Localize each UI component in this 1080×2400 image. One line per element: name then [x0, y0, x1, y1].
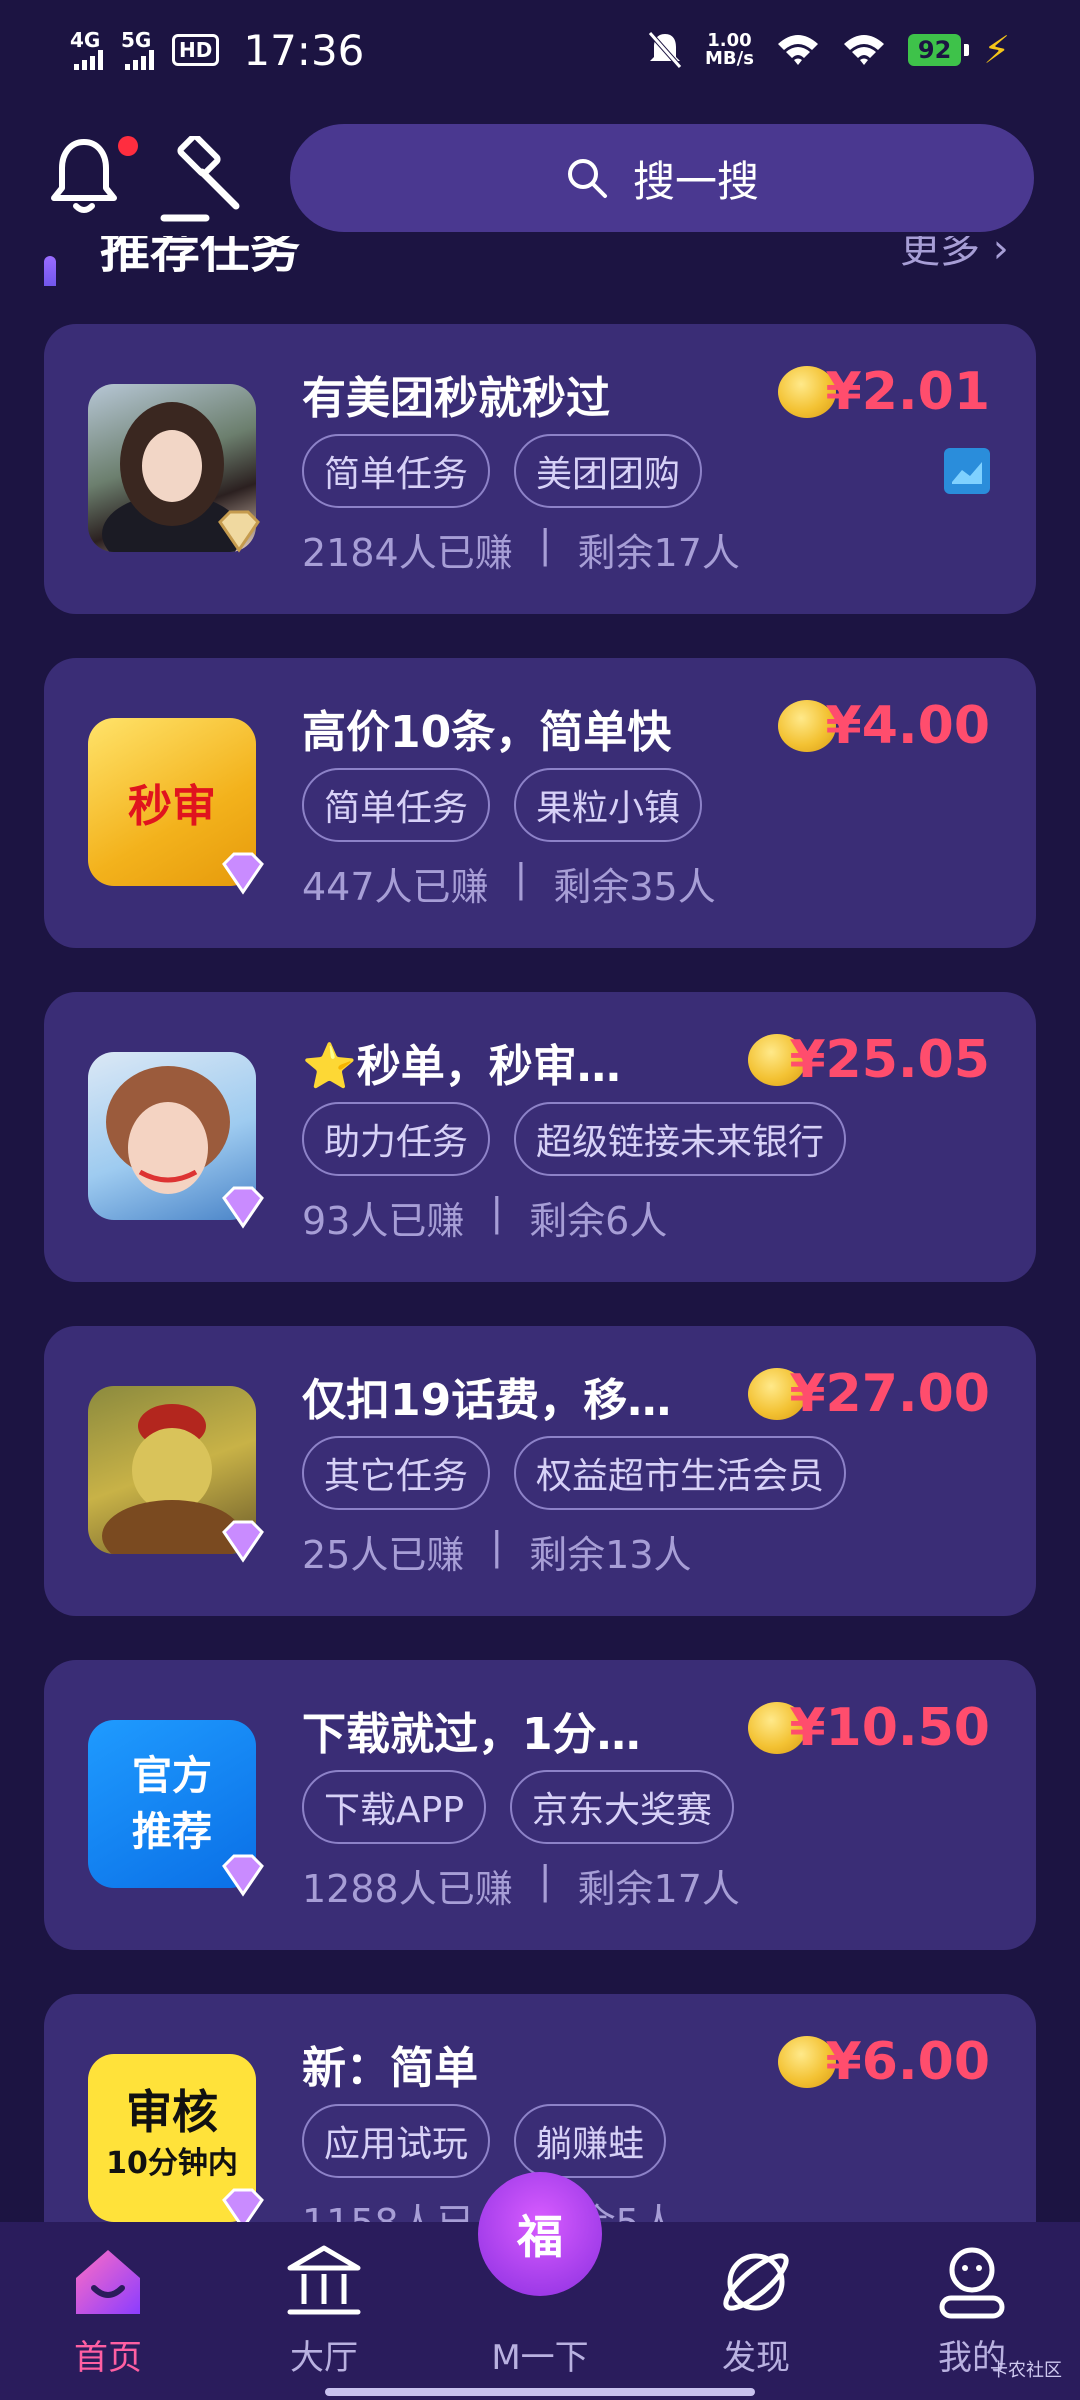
remaining-count: 剩余35人: [553, 865, 716, 909]
charging-icon: ⚡: [983, 28, 1010, 72]
status-bar: 4G 5G HD 17:36 1.00 MB/s 92 ⚡: [0, 0, 1080, 100]
task-title: 仅扣19话费，移…: [302, 1375, 672, 1426]
logo-text: 秒审: [128, 781, 216, 832]
task-tag: 应用试玩: [302, 2104, 491, 2178]
remaining-count: 剩余13人: [529, 1533, 692, 1577]
diamond-badge-icon: [222, 1854, 264, 1897]
logo-text-line1: 官方: [132, 1753, 212, 1799]
task-stats: 93人已赚 | 剩余6人: [302, 1190, 668, 1243]
task-card[interactable]: 仅扣19话费，移… ¥27.00 其它任务 权益超市生活会员 25人已赚 | 剩…: [44, 1326, 1036, 1616]
lucky-bag-icon: 福: [517, 2210, 563, 2264]
nav-discover-label: 发现: [722, 2338, 790, 2378]
search-label: 搜一搜: [632, 156, 759, 206]
task-price: ¥10.50: [789, 1698, 990, 1758]
hd-icon: HD: [172, 34, 220, 66]
task-tag: 超级链接未来银行: [514, 1102, 847, 1176]
earned-count: 2184人已赚: [302, 531, 513, 575]
task-tag: 简单任务: [302, 434, 491, 508]
logo-text-line2: 推荐: [132, 1809, 212, 1855]
signal-4g-icon: 4G: [70, 30, 103, 70]
task-price: ¥25.05: [789, 1030, 990, 1090]
diamond-badge-icon: [222, 1520, 264, 1563]
gavel-icon[interactable]: [160, 136, 250, 226]
nav-hall-label: 大厅: [290, 2338, 358, 2378]
home-indicator[interactable]: [325, 2388, 755, 2396]
task-stats: 25人已赚 | 剩余13人: [302, 1524, 692, 1577]
clock: 17:36: [243, 25, 365, 75]
task-tag: 简单任务: [302, 768, 491, 842]
search-bar[interactable]: 搜一搜: [290, 124, 1034, 232]
task-title: ⭐秒单，秒审…: [302, 1041, 621, 1092]
user-icon: [939, 2247, 1005, 2319]
diamond-badge-icon: [218, 510, 260, 553]
earned-count: 1288人已赚: [302, 1867, 513, 1911]
earned-count: 93人已赚: [302, 1199, 465, 1243]
nav-home-label: 首页: [74, 2338, 142, 2378]
home-icon: [76, 2250, 140, 2314]
task-tag: 下载APP: [302, 1770, 487, 1844]
planet-icon: [723, 2253, 789, 2311]
battery-icon: 92: [907, 34, 970, 66]
bell-icon[interactable]: [48, 136, 120, 216]
signal-5g-icon: 5G: [121, 30, 154, 70]
diamond-badge-icon: [222, 1186, 264, 1229]
header: 搜一搜: [0, 122, 1080, 234]
mute-icon: [648, 31, 682, 69]
logo-text-line1: 审核: [126, 2085, 218, 2139]
earned-count: 25人已赚: [302, 1533, 465, 1577]
remaining-count: 剩余17人: [577, 1867, 740, 1911]
task-price: ¥4.00: [825, 696, 990, 756]
task-card[interactable]: ⭐秒单，秒审… ¥25.05 助力任务 超级链接未来银行 93人已赚 | 剩余6…: [44, 992, 1036, 1282]
section-header: 推荐任务 更多 ›: [0, 236, 1080, 286]
lucky-bag-button[interactable]: 福: [478, 2172, 602, 2296]
task-title: 下载就过，1分…: [302, 1709, 641, 1760]
network-type-2: 5G: [121, 28, 152, 52]
bank-icon: [287, 2245, 361, 2315]
task-tag: 躺赚蛙: [514, 2104, 667, 2178]
task-tag: 果粒小镇: [514, 768, 703, 842]
nav-home[interactable]: 首页: [8, 2222, 208, 2379]
task-card[interactable]: 有美团秒就秒过 ¥2.01 简单任务 美团团购 2184人已赚 | 剩余17人: [44, 324, 1036, 614]
remaining-count: 剩余6人: [529, 1199, 668, 1243]
watermark: 卡农社区: [990, 2360, 1062, 2381]
task-title: 高价10条，简单快: [302, 707, 672, 758]
network-type-1: 4G: [70, 28, 101, 52]
task-title: 新：简单: [302, 2043, 478, 2094]
wifi-icon-2: [843, 35, 884, 65]
notification-dot: [118, 136, 138, 156]
diamond-badge-icon: [222, 852, 264, 895]
task-stats: 2184人已赚 | 剩余17人: [302, 522, 740, 575]
task-tag: 其它任务: [302, 1436, 491, 1510]
task-stats: 447人已赚 | 剩余35人: [302, 856, 716, 909]
task-price: ¥6.00: [825, 2032, 990, 2092]
task-tag: 京东大奖赛: [510, 1770, 735, 1844]
trend-chart-icon: [944, 448, 990, 494]
task-price: ¥27.00: [789, 1364, 990, 1424]
section-accent-bar: [44, 256, 56, 286]
task-price: ¥2.01: [825, 362, 990, 422]
search-icon: [567, 159, 607, 198]
net-speed: 1.00 MB/s: [704, 30, 754, 69]
task-stats: 1288人已赚 | 剩余17人: [302, 1858, 740, 1911]
more-link[interactable]: 更多 ›: [900, 236, 1009, 274]
nav-center-label: M一下: [491, 2338, 589, 2378]
task-tag: 美团团购: [514, 434, 703, 508]
wifi-icon: [777, 35, 818, 65]
task-title: 有美团秒就秒过: [302, 373, 610, 424]
task-tag: 助力任务: [302, 1102, 491, 1176]
remaining-count: 剩余17人: [577, 531, 740, 575]
task-tag: 权益超市生活会员: [514, 1436, 847, 1510]
earned-count: 447人已赚: [302, 865, 489, 909]
nav-discover[interactable]: 发现: [656, 2222, 856, 2379]
task-card[interactable]: 官方 推荐 下载就过，1分… ¥10.50 下载APP 京东大奖赛 1288人已…: [44, 1660, 1036, 1950]
section-title: 推荐任务: [100, 236, 300, 279]
task-card[interactable]: 秒审 高价10条，简单快 ¥4.00 简单任务 果粒小镇 447人已赚 | 剩余…: [44, 658, 1036, 948]
nav-hall[interactable]: 大厅: [224, 2222, 424, 2379]
